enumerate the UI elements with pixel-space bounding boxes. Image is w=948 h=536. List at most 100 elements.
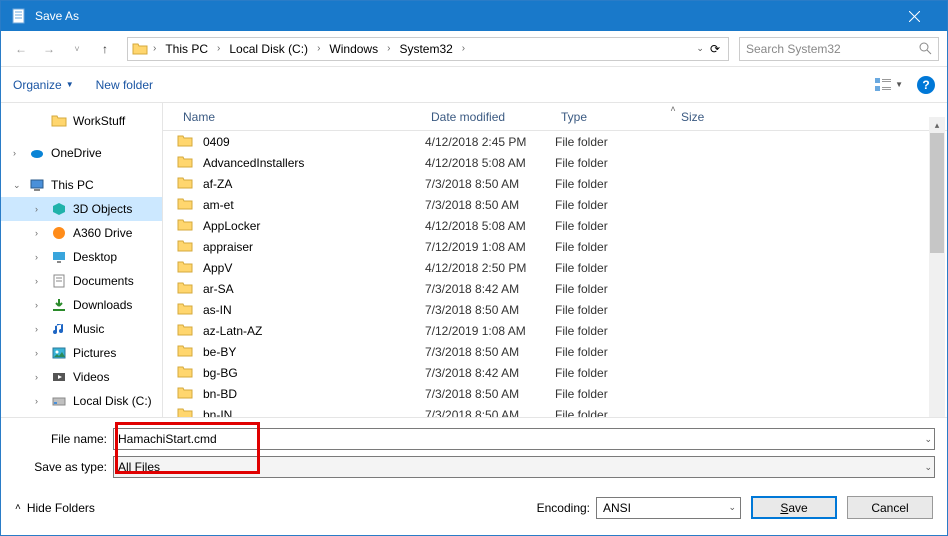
breadcrumb-item[interactable]: System32 (395, 42, 456, 56)
tree-item-downloads[interactable]: ›Downloads (1, 293, 162, 317)
tree-item-label: A360 Drive (73, 226, 132, 240)
up-button[interactable]: ↑ (93, 37, 117, 61)
expand-arrow-icon[interactable]: › (35, 324, 45, 334)
search-input[interactable]: Search System32 (739, 37, 939, 61)
file-name: AdvancedInstallers (203, 156, 425, 170)
refresh-button[interactable]: ⟳ (710, 42, 720, 56)
expand-arrow-icon[interactable]: › (35, 204, 45, 214)
tree-item-3d-objects[interactable]: ›3D Objects (1, 197, 162, 221)
expand-arrow-icon[interactable]: › (35, 252, 45, 262)
file-date: 7/3/2018 8:50 AM (425, 345, 555, 359)
tree-item-onedrive[interactable]: ›OneDrive (1, 141, 162, 165)
folder-tree[interactable]: WorkStuff›OneDrive⌄This PC›3D Objects›A3… (1, 103, 163, 417)
file-row[interactable]: as-IN7/3/2018 8:50 AMFile folder (163, 299, 947, 320)
new-folder-button[interactable]: New folder (96, 78, 153, 92)
file-row[interactable]: 04094/12/2018 2:45 PMFile folder (163, 131, 947, 152)
file-row[interactable]: bg-BG7/3/2018 8:42 AMFile folder (163, 362, 947, 383)
file-row[interactable]: bn-IN7/3/2018 8:50 AMFile folder (163, 404, 947, 417)
help-button[interactable]: ? (917, 76, 935, 94)
tree-item-pictures[interactable]: › Pictures (1, 341, 162, 365)
chevron-right-icon: › (214, 43, 223, 54)
expand-arrow-icon[interactable]: › (35, 372, 45, 382)
file-row[interactable]: ar-SA7/3/2018 8:42 AMFile folder (163, 278, 947, 299)
chevron-down-icon[interactable]: ⌄ (728, 502, 736, 513)
hide-folders-button[interactable]: ˄Hide Folders (15, 501, 95, 515)
tree-item-label: WorkStuff (73, 114, 125, 128)
tree-item-label: Music (73, 322, 104, 336)
file-row[interactable]: az-Latn-AZ7/12/2019 1:08 AMFile folder (163, 320, 947, 341)
tree-item-documents[interactable]: ›Documents (1, 269, 162, 293)
onedrive-icon (29, 145, 45, 161)
chevron-right-icon: › (314, 43, 323, 54)
file-name: am-et (203, 198, 425, 212)
file-type: File folder (555, 156, 675, 170)
expand-arrow-icon[interactable]: › (35, 300, 45, 310)
file-name: 0409 (203, 135, 425, 149)
file-row[interactable]: AppLocker4/12/2018 5:08 AMFile folder (163, 215, 947, 236)
tree-item-music[interactable]: › Music (1, 317, 162, 341)
history-dropdown[interactable]: ⌄ (696, 43, 704, 54)
tree-item-label: Pictures (73, 346, 116, 360)
file-type: File folder (555, 135, 675, 149)
file-date: 7/3/2018 8:50 AM (425, 177, 555, 191)
organize-menu[interactable]: Organize▼ (13, 78, 74, 92)
tree-item-this-pc[interactable]: ⌄This PC (1, 173, 162, 197)
file-row[interactable]: be-BY7/3/2018 8:50 AMFile folder (163, 341, 947, 362)
expand-arrow-icon[interactable]: › (35, 276, 45, 286)
encoding-select[interactable]: ANSI⌄ (596, 497, 741, 519)
file-date: 7/3/2018 8:50 AM (425, 387, 555, 401)
expand-arrow-icon[interactable]: › (35, 396, 45, 406)
file-row[interactable]: AdvancedInstallers4/12/2018 5:08 AMFile … (163, 152, 947, 173)
cancel-button[interactable]: Cancel (847, 496, 933, 519)
file-row[interactable]: appraiser7/12/2019 1:08 AMFile folder (163, 236, 947, 257)
address-bar[interactable]: › This PC › Local Disk (C:) › Windows › … (127, 37, 729, 61)
file-type: File folder (555, 408, 675, 418)
file-name: bn-IN (203, 408, 425, 418)
file-row[interactable]: am-et7/3/2018 8:50 AMFile folder (163, 194, 947, 215)
file-row[interactable]: af-ZA7/3/2018 8:50 AMFile folder (163, 173, 947, 194)
tree-item-desktop[interactable]: ›Desktop (1, 245, 162, 269)
file-row[interactable]: AppV4/12/2018 2:50 PMFile folder (163, 257, 947, 278)
file-date: 7/3/2018 8:50 AM (425, 408, 555, 418)
file-list[interactable]: ˄ Name Date modified Type Size 04094/12/… (163, 103, 947, 417)
tree-item-workstuff[interactable]: WorkStuff (1, 109, 162, 133)
chevron-down-icon[interactable]: ⌄ (924, 434, 932, 445)
folder-icon (132, 41, 148, 57)
3d-icon (51, 201, 67, 217)
chevron-up-icon: ˄ (15, 502, 21, 513)
window-title: Save As (35, 9, 892, 23)
scroll-up-arrow[interactable]: ▴ (929, 117, 945, 133)
tree-item-a360-drive[interactable]: › A360 Drive (1, 221, 162, 245)
details-view-icon (875, 78, 891, 92)
breadcrumb-item[interactable]: This PC (161, 42, 212, 56)
expand-arrow-icon[interactable]: ⌄ (13, 180, 23, 191)
breadcrumb-item[interactable]: Windows (325, 42, 382, 56)
file-name: bg-BG (203, 366, 425, 380)
pictures-icon (51, 345, 67, 361)
file-row[interactable]: bn-BD7/3/2018 8:50 AMFile folder (163, 383, 947, 404)
breadcrumb-item[interactable]: Local Disk (C:) (225, 42, 312, 56)
chevron-down-icon[interactable]: ⌄ (924, 462, 932, 473)
file-name: bn-BD (203, 387, 425, 401)
filename-input[interactable]: HamachiStart.cmd⌄ (113, 428, 935, 450)
folder-icon (177, 259, 195, 277)
chevron-right-icon: › (384, 43, 393, 54)
nav-bar: ← → ˅ ↑ › This PC › Local Disk (C:) › Wi… (1, 31, 947, 67)
desktop-icon (51, 249, 67, 265)
forward-button[interactable]: → (37, 37, 61, 61)
encoding-label: Encoding: (537, 501, 590, 515)
chevron-right-icon: › (150, 43, 159, 54)
save-button[interactable]: Save (751, 496, 837, 519)
recent-locations-button[interactable]: ˅ (65, 37, 89, 61)
view-options-button[interactable]: ▼ (875, 78, 903, 92)
saveastype-select[interactable]: All Files⌄ (113, 456, 935, 478)
tree-item-videos[interactable]: ›Videos (1, 365, 162, 389)
vertical-scrollbar[interactable]: ▴ ▾ (929, 133, 945, 415)
back-button[interactable]: ← (9, 37, 33, 61)
tree-item-local-disk-c-[interactable]: ›Local Disk (C:) (1, 389, 162, 413)
expand-arrow-icon[interactable]: › (35, 228, 45, 238)
expand-arrow-icon[interactable]: › (13, 148, 23, 158)
scrollbar-thumb[interactable] (930, 133, 944, 253)
expand-arrow-icon[interactable]: › (35, 348, 45, 358)
close-button[interactable] (892, 1, 937, 31)
